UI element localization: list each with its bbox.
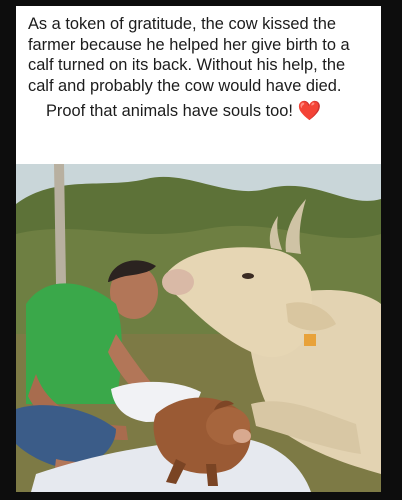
cow-eye	[242, 273, 254, 279]
tagline-text: Proof that animals have souls too!	[46, 102, 293, 120]
cow-muzzle	[162, 269, 194, 295]
photo-illustration	[16, 164, 381, 492]
tree-trunk	[54, 164, 66, 284]
post-photo	[16, 164, 381, 492]
post-caption: As a token of gratitude, the cow kissed …	[16, 6, 381, 160]
heart-icon: ❤️	[297, 101, 322, 122]
post-card: As a token of gratitude, the cow kissed …	[16, 6, 381, 492]
tagline-line: Proof that animals have souls too! ❤️	[28, 101, 369, 123]
calf-leg	[206, 464, 218, 486]
calf-muzzle	[233, 429, 251, 443]
ear-tag	[304, 334, 316, 346]
caption-text: As a token of gratitude, the cow kissed …	[28, 15, 350, 95]
